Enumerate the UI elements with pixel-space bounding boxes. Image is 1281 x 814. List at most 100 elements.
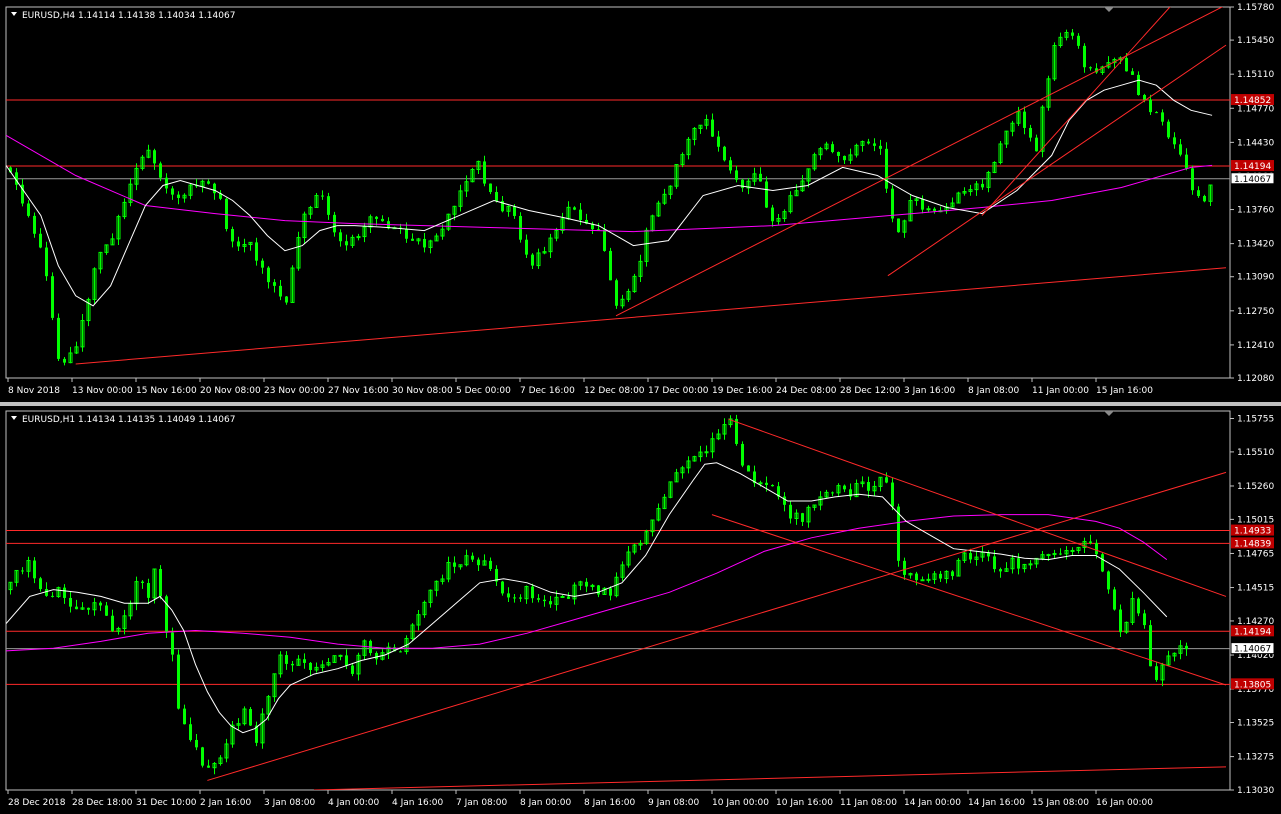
h4-chart-canvas[interactable]: EURUSD,H4 1.14114 1.14138 1.14034 1.1406… [0, 0, 1281, 402]
h1-candle [878, 476, 883, 492]
h4-x-tick-label: 13 Nov 00:00 [72, 386, 133, 396]
h4-candle [188, 183, 193, 200]
h1-candle [375, 651, 378, 665]
h1-trend-line-1[interactable] [728, 418, 1227, 597]
h1-candle [1113, 586, 1116, 611]
h1-candle [230, 721, 235, 748]
h1-candle [291, 661, 294, 672]
h4-chart-shift-icon[interactable] [1104, 7, 1114, 12]
h4-candle [573, 206, 576, 211]
h4-candle [848, 148, 853, 164]
h1-candle [1022, 563, 1027, 573]
h4-x-tick-label: 23 Nov 00:00 [264, 386, 325, 396]
h1-candle [21, 567, 24, 575]
h4-candle [1137, 71, 1140, 96]
svg-text:1.14933: 1.14933 [1234, 527, 1271, 537]
h4-candle [800, 175, 805, 192]
h4-candle [891, 185, 894, 223]
h1-candle [92, 597, 97, 616]
h4-candle [308, 205, 313, 219]
h1-chart-canvas[interactable]: EURUSD,H1 1.14134 1.14135 1.14049 1.1406… [0, 404, 1281, 814]
h1-candle [885, 472, 888, 484]
svg-text:1.14067: 1.14067 [1234, 645, 1271, 655]
h4-chart-panel[interactable]: EURUSD,H4 1.14114 1.14138 1.14034 1.1406… [0, 0, 1281, 404]
h1-candle [386, 642, 391, 660]
h1-candle [482, 554, 487, 566]
h4-candle [554, 227, 559, 242]
h1-ma-fast-line [6, 462, 1168, 734]
h1-candle [1107, 570, 1110, 594]
h4-candle [74, 341, 79, 354]
h1-candle [326, 658, 331, 667]
h1-symbol-header: EURUSD,H1 1.14134 1.14135 1.14049 1.1406… [22, 415, 235, 425]
h4-candle [620, 294, 625, 309]
h1-candle [806, 505, 811, 528]
h4-candle [867, 138, 870, 145]
h1-candle [1089, 534, 1092, 545]
h4-candle [446, 213, 451, 231]
h4-candle [711, 113, 714, 138]
svg-text:1.14067: 1.14067 [1234, 175, 1271, 185]
h1-candle [422, 600, 427, 618]
h4-candle [1035, 134, 1038, 152]
h1-candle [255, 721, 258, 747]
h1-candle [843, 484, 846, 493]
h1-candle [26, 556, 31, 578]
h1-x-tick-label: 31 Dec 10:00 [136, 798, 197, 808]
h4-candle [1106, 56, 1111, 69]
h1-candle [1130, 591, 1135, 625]
h1-chart-shift-icon[interactable] [1104, 411, 1114, 416]
h4-x-tick-label: 17 Dec 00:00 [648, 386, 709, 396]
h4-candle [290, 265, 295, 304]
h1-candle [147, 578, 150, 605]
h4-trend-line-0[interactable] [75, 267, 1227, 365]
h4-candle [944, 202, 949, 214]
h1-candle [537, 594, 540, 603]
h1-candle [531, 583, 534, 603]
h1-trend-line-0[interactable] [207, 471, 1227, 781]
h1-header-menu-icon[interactable] [11, 416, 17, 420]
h4-candle [45, 241, 48, 281]
h1-y-tick-label: 1.13030 [1237, 786, 1274, 796]
h4-candle [273, 279, 276, 293]
h1-candle [1119, 604, 1122, 637]
h4-candle [548, 233, 553, 258]
h1-candle [320, 660, 325, 672]
h1-candle [159, 565, 162, 600]
h4-candle [92, 267, 97, 304]
h1-candle [296, 655, 301, 666]
h1-candle [177, 649, 180, 710]
h1-candle [524, 585, 529, 604]
h1-candle [1160, 662, 1165, 687]
h1-x-tick-label: 14 Jan 16:00 [968, 798, 1025, 808]
h4-x-tick-label: 24 Dec 08:00 [776, 386, 837, 396]
h4-trend-line-1[interactable] [615, 5, 1226, 317]
h1-candle [416, 609, 421, 631]
h1-candle [668, 481, 673, 499]
h4-header-menu-icon[interactable] [11, 12, 17, 16]
h1-candle [735, 414, 738, 446]
h4-candle [644, 227, 649, 267]
h4-candle [759, 167, 762, 182]
svg-text:1.14852: 1.14852 [1234, 96, 1271, 106]
svg-text:1.14194: 1.14194 [1234, 162, 1271, 172]
h4-candle [279, 279, 282, 301]
h4-candle [182, 193, 187, 203]
h4-candle [470, 167, 475, 183]
h4-candle [134, 163, 139, 191]
h4-candle [735, 165, 738, 183]
h1-chart-panel[interactable]: EURUSD,H1 1.14134 1.14135 1.14049 1.1406… [0, 404, 1281, 814]
h4-candle [1167, 119, 1170, 140]
h4-candle [885, 142, 888, 194]
h4-trend-line-2[interactable] [887, 44, 1227, 277]
h1-trend-line-3[interactable] [313, 766, 1227, 790]
h4-candle [86, 297, 91, 327]
h1-candle [560, 595, 565, 598]
h1-candle [656, 503, 661, 522]
h4-level-price-tag-0: 1.14852 [1231, 94, 1274, 106]
h1-candle [956, 558, 961, 577]
h4-candle [902, 219, 907, 238]
h1-level-price-tag-3: 1.13805 [1231, 678, 1274, 690]
h1-candle [926, 573, 931, 583]
h1-trend-line-2[interactable] [711, 514, 1227, 686]
